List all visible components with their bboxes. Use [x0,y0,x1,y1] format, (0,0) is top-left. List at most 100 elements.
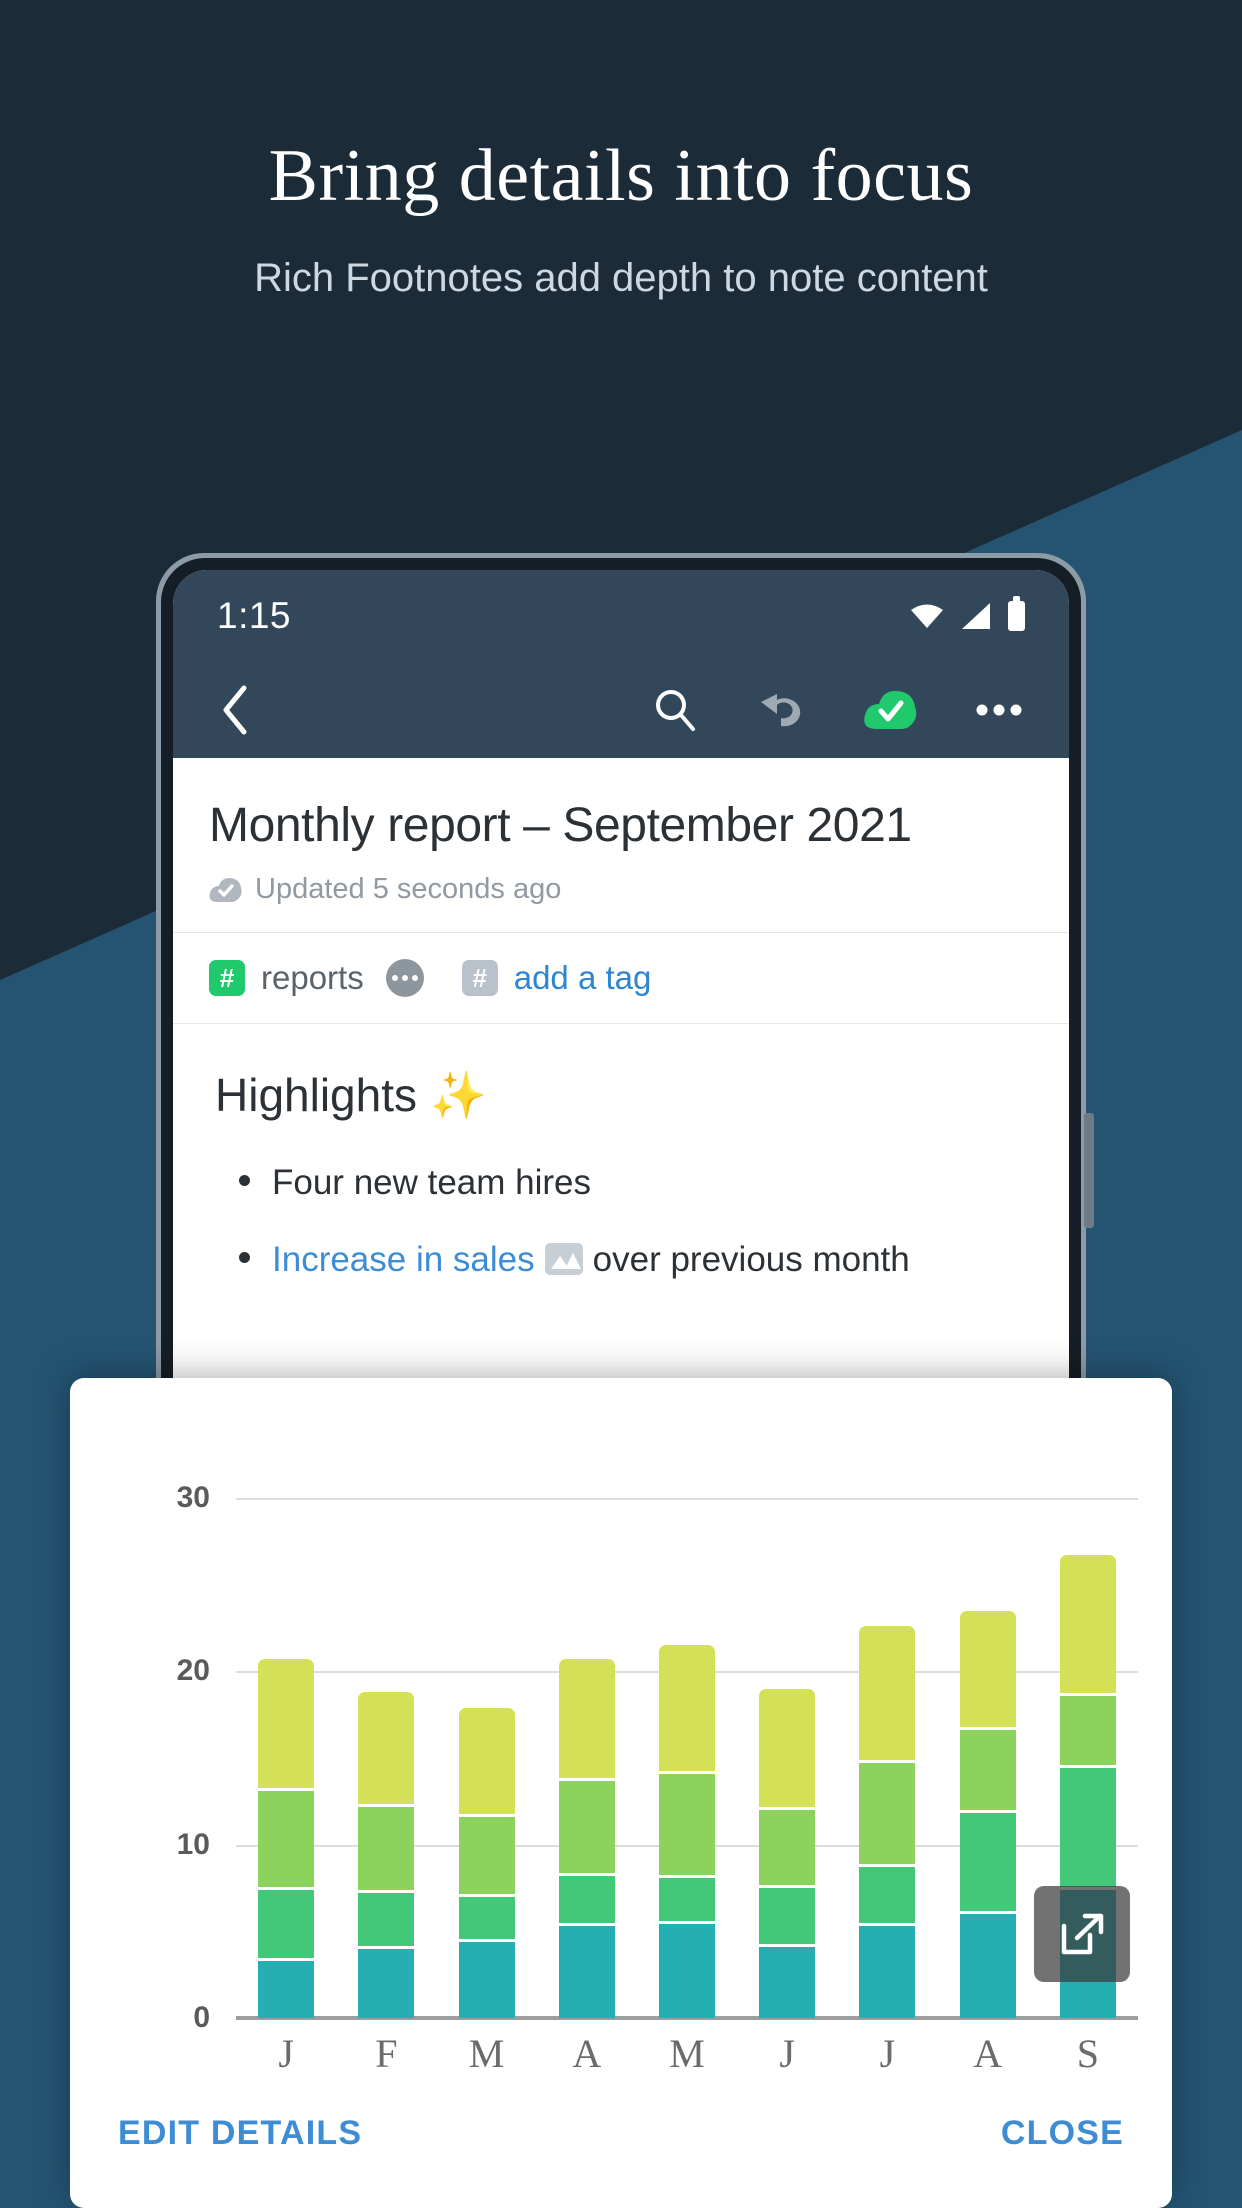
y-axis-tick-label: 20 [176,1654,210,1688]
bar-segment [558,1659,615,1781]
bar-segment [558,1926,615,2018]
image-footnote-icon[interactable] [544,1243,583,1276]
note-heading[interactable]: Highlights ✨ [215,1068,1027,1123]
bar-segment [959,1610,1016,1731]
bar-segment [458,1707,515,1817]
bar-segment [558,1875,615,1927]
cloud-check-small-icon [209,877,242,902]
status-time: 1:15 [217,595,292,636]
stacked-bar [959,1610,1016,2018]
tag-label-reports[interactable]: reports [261,959,364,997]
bar-segment [759,1688,816,1811]
status-bar: 1:15 [173,570,1069,662]
wifi-icon [911,604,943,628]
page-title: Bring details into focus [268,135,974,217]
bar-segment [358,1893,415,1949]
battery-icon [1008,596,1025,631]
bar-segment [1059,1695,1116,1769]
note-title[interactable]: Monthly report – September 2021 [209,798,1033,853]
back-chevron-icon[interactable] [207,682,263,738]
bar-column [837,1498,937,2018]
stacked-bar [558,1659,615,2018]
bar-segment [759,1888,816,1947]
bar-segment [658,1924,715,2018]
stacked-bar [759,1688,816,2018]
chart-area: 0 10 20 30 JFMAMJJAS [70,1378,1172,2076]
bar-segment [759,1946,816,2018]
list-item[interactable]: Increase in sales over previous month [215,1236,1027,1283]
bar-segment [658,1877,715,1925]
bar-segment [358,1948,415,2018]
bar-segment [859,1763,916,1868]
cellular-signal-icon [962,603,990,629]
note-body: Highlights ✨ Four new team hires Increas… [173,1024,1069,1284]
bar-column [436,1498,536,2018]
bullet-dot [239,1252,250,1264]
y-axis-tick-label: 0 [193,2001,210,2034]
list-item-text: over previous month [592,1240,910,1280]
stacked-bar [859,1626,916,2018]
bar-segment [558,1780,615,1876]
bar-segment [358,1692,415,1807]
more-vertical-icon[interactable] [971,682,1027,738]
phone-side-button [1084,1113,1094,1228]
bullet-list: Four new team hires Increase in sales ove… [215,1159,1027,1284]
search-icon[interactable] [647,682,703,738]
bar-segment [458,1896,515,1942]
bar-segment [258,1790,315,1890]
bar-segment [959,1730,1016,1814]
card-actions: EDIT DETAILS CLOSE [70,2058,1172,2208]
page-subtitle: Rich Footnotes add depth to note content [254,255,988,300]
bar-column [737,1498,837,2018]
bar-segment [658,1645,715,1774]
bar-segment [658,1773,715,1878]
cloud-check-icon[interactable] [863,682,919,738]
y-axis-tick-label: 30 [176,1481,210,1514]
bar-column [236,1498,336,2018]
stacked-bar [658,1645,715,2018]
tags-row: # reports # add a tag [173,933,1069,1024]
edit-details-button[interactable]: EDIT DETAILS [118,2114,362,2153]
bar-column [637,1498,737,2018]
app-toolbar [173,662,1069,758]
bar-segment [959,1914,1016,2018]
list-item-text: Four new team hires [272,1163,592,1202]
bar-segment [1059,1555,1116,1696]
list-item[interactable]: Four new team hires [215,1159,1027,1206]
tag-hash-icon: # [209,960,245,996]
bar-segment [258,1889,315,1961]
status-icons [910,596,1025,631]
chart-bars [236,1498,1138,2018]
stacked-bar [258,1659,315,2018]
footnote-card: 0 10 20 30 JFMAMJJAS EDIT DETAILS CLOSE [70,1378,1172,2208]
note-updated-row: Updated 5 seconds ago [209,873,1033,906]
y-axis-tick-label: 10 [176,1827,210,1861]
note-updated-text: Updated 5 seconds ago [255,873,562,905]
tag-overflow-icon[interactable] [385,959,424,997]
bar-segment [358,1806,415,1894]
bar-segment [959,1813,1016,1914]
footnote-link[interactable]: Increase in sales [272,1240,535,1279]
stacked-bar [458,1707,515,2018]
bar-segment [258,1659,315,1791]
bar-segment [859,1867,916,1927]
note-header: Monthly report – September 2021 Updated … [173,758,1069,933]
bar-segment [458,1941,515,2018]
bar-column [938,1498,1038,2018]
close-button[interactable]: CLOSE [1001,2114,1124,2153]
bar-segment [1059,1768,1116,1890]
bar-column [336,1498,436,2018]
toolbar-actions [647,682,1035,738]
bar-segment [759,1810,816,1889]
open-in-new-icon[interactable] [1034,1886,1130,1982]
bar-column [537,1498,637,2018]
bullet-dot [239,1175,250,1186]
add-tag-hash-icon: # [461,960,498,996]
promo-text-block: Bring details into focus Rich Footnotes … [0,135,1242,301]
stacked-bar [358,1692,415,2018]
bar-segment [458,1816,515,1897]
undo-icon[interactable] [755,682,811,738]
bar-segment [258,1960,315,2018]
bar-segment [859,1626,916,1764]
add-tag-link[interactable]: add a tag [514,959,652,997]
